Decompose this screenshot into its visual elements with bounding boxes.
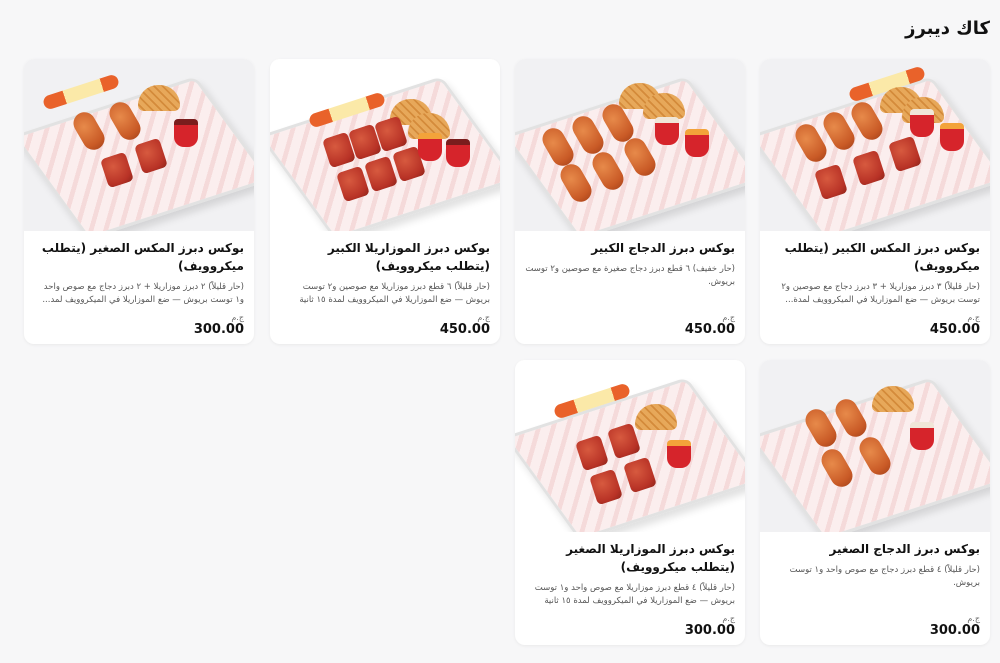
item-currency: ج.م [967,614,980,623]
item-currency: ج.م [967,313,980,322]
product-image [24,59,254,231]
section-title: كاك ديبرز [905,18,990,39]
menu-item-card[interactable]: بوكس دبرز الدجاج الصغير (حار قليلاً) ٤ ق… [760,360,990,645]
item-name: بوكس دبرز الدجاج الصغير [829,542,980,556]
item-currency: ج.م [477,313,490,322]
item-price: 300.00 [684,623,735,638]
item-price: 450.00 [439,322,490,337]
item-currency: ج.م [722,313,735,322]
item-description: (حار قليلاً) ٤ قطع دبرز موزاريلا مع صوص … [534,583,735,606]
item-price: 450.00 [684,322,735,337]
item-description: (حار قليلاً) ٢ دبرز موزاريلا + ٢ دبرز دج… [42,282,244,305]
item-price: 300.00 [193,322,244,337]
product-image [760,360,990,532]
menu-item-card[interactable]: بوكس دبرز الدجاج الكبير (حار خفيف) ٦ قطع… [515,59,745,344]
menu-page: كاك ديبرز بوكس دبرز المكس الكبير (يتطلب … [0,0,1000,663]
item-currency: ج.م [722,614,735,623]
product-image [515,360,745,532]
item-currency: ج.م [231,313,244,322]
item-name: بوكس دبرز المكس الكبير (يتطلب ميكروويف) [784,241,980,273]
menu-item-card[interactable]: بوكس دبرز الموزاريلا الكبير (يتطلب ميكرو… [270,59,500,344]
item-description: (حار قليلاً) ٣ دبرز موزاريلا + ٣ دبرز دج… [781,282,980,305]
item-description: (حار قليلاً) ٦ قطع دبرز موزاريلا مع صوصي… [299,282,490,305]
menu-item-card[interactable]: بوكس دبرز المكس الكبير (يتطلب ميكروويف) … [760,59,990,344]
item-name: بوكس دبرز الموزاريلا الصغير (يتطلب ميكرو… [566,542,735,574]
item-description: (حار قليلاً) ٤ قطع دبرز دجاج مع صوص واحد… [789,565,980,588]
item-name: بوكس دبرز الدجاج الكبير [591,241,735,255]
item-description: (حار خفيف) ٦ قطع دبرز دجاج صغيرة مع صوصي… [525,264,735,287]
menu-item-card[interactable]: بوكس دبرز المكس الصغير (يتطلب ميكروويف) … [24,59,254,344]
product-image [270,59,500,231]
product-image [760,59,990,231]
menu-item-card[interactable]: بوكس دبرز الموزاريلا الصغير (يتطلب ميكرو… [515,360,745,645]
item-name: بوكس دبرز الموزاريلا الكبير (يتطلب ميكرو… [327,241,490,273]
product-image [515,59,745,231]
item-price: 300.00 [929,623,980,638]
item-name: بوكس دبرز المكس الصغير (يتطلب ميكروويف) [41,241,244,273]
item-price: 450.00 [929,322,980,337]
